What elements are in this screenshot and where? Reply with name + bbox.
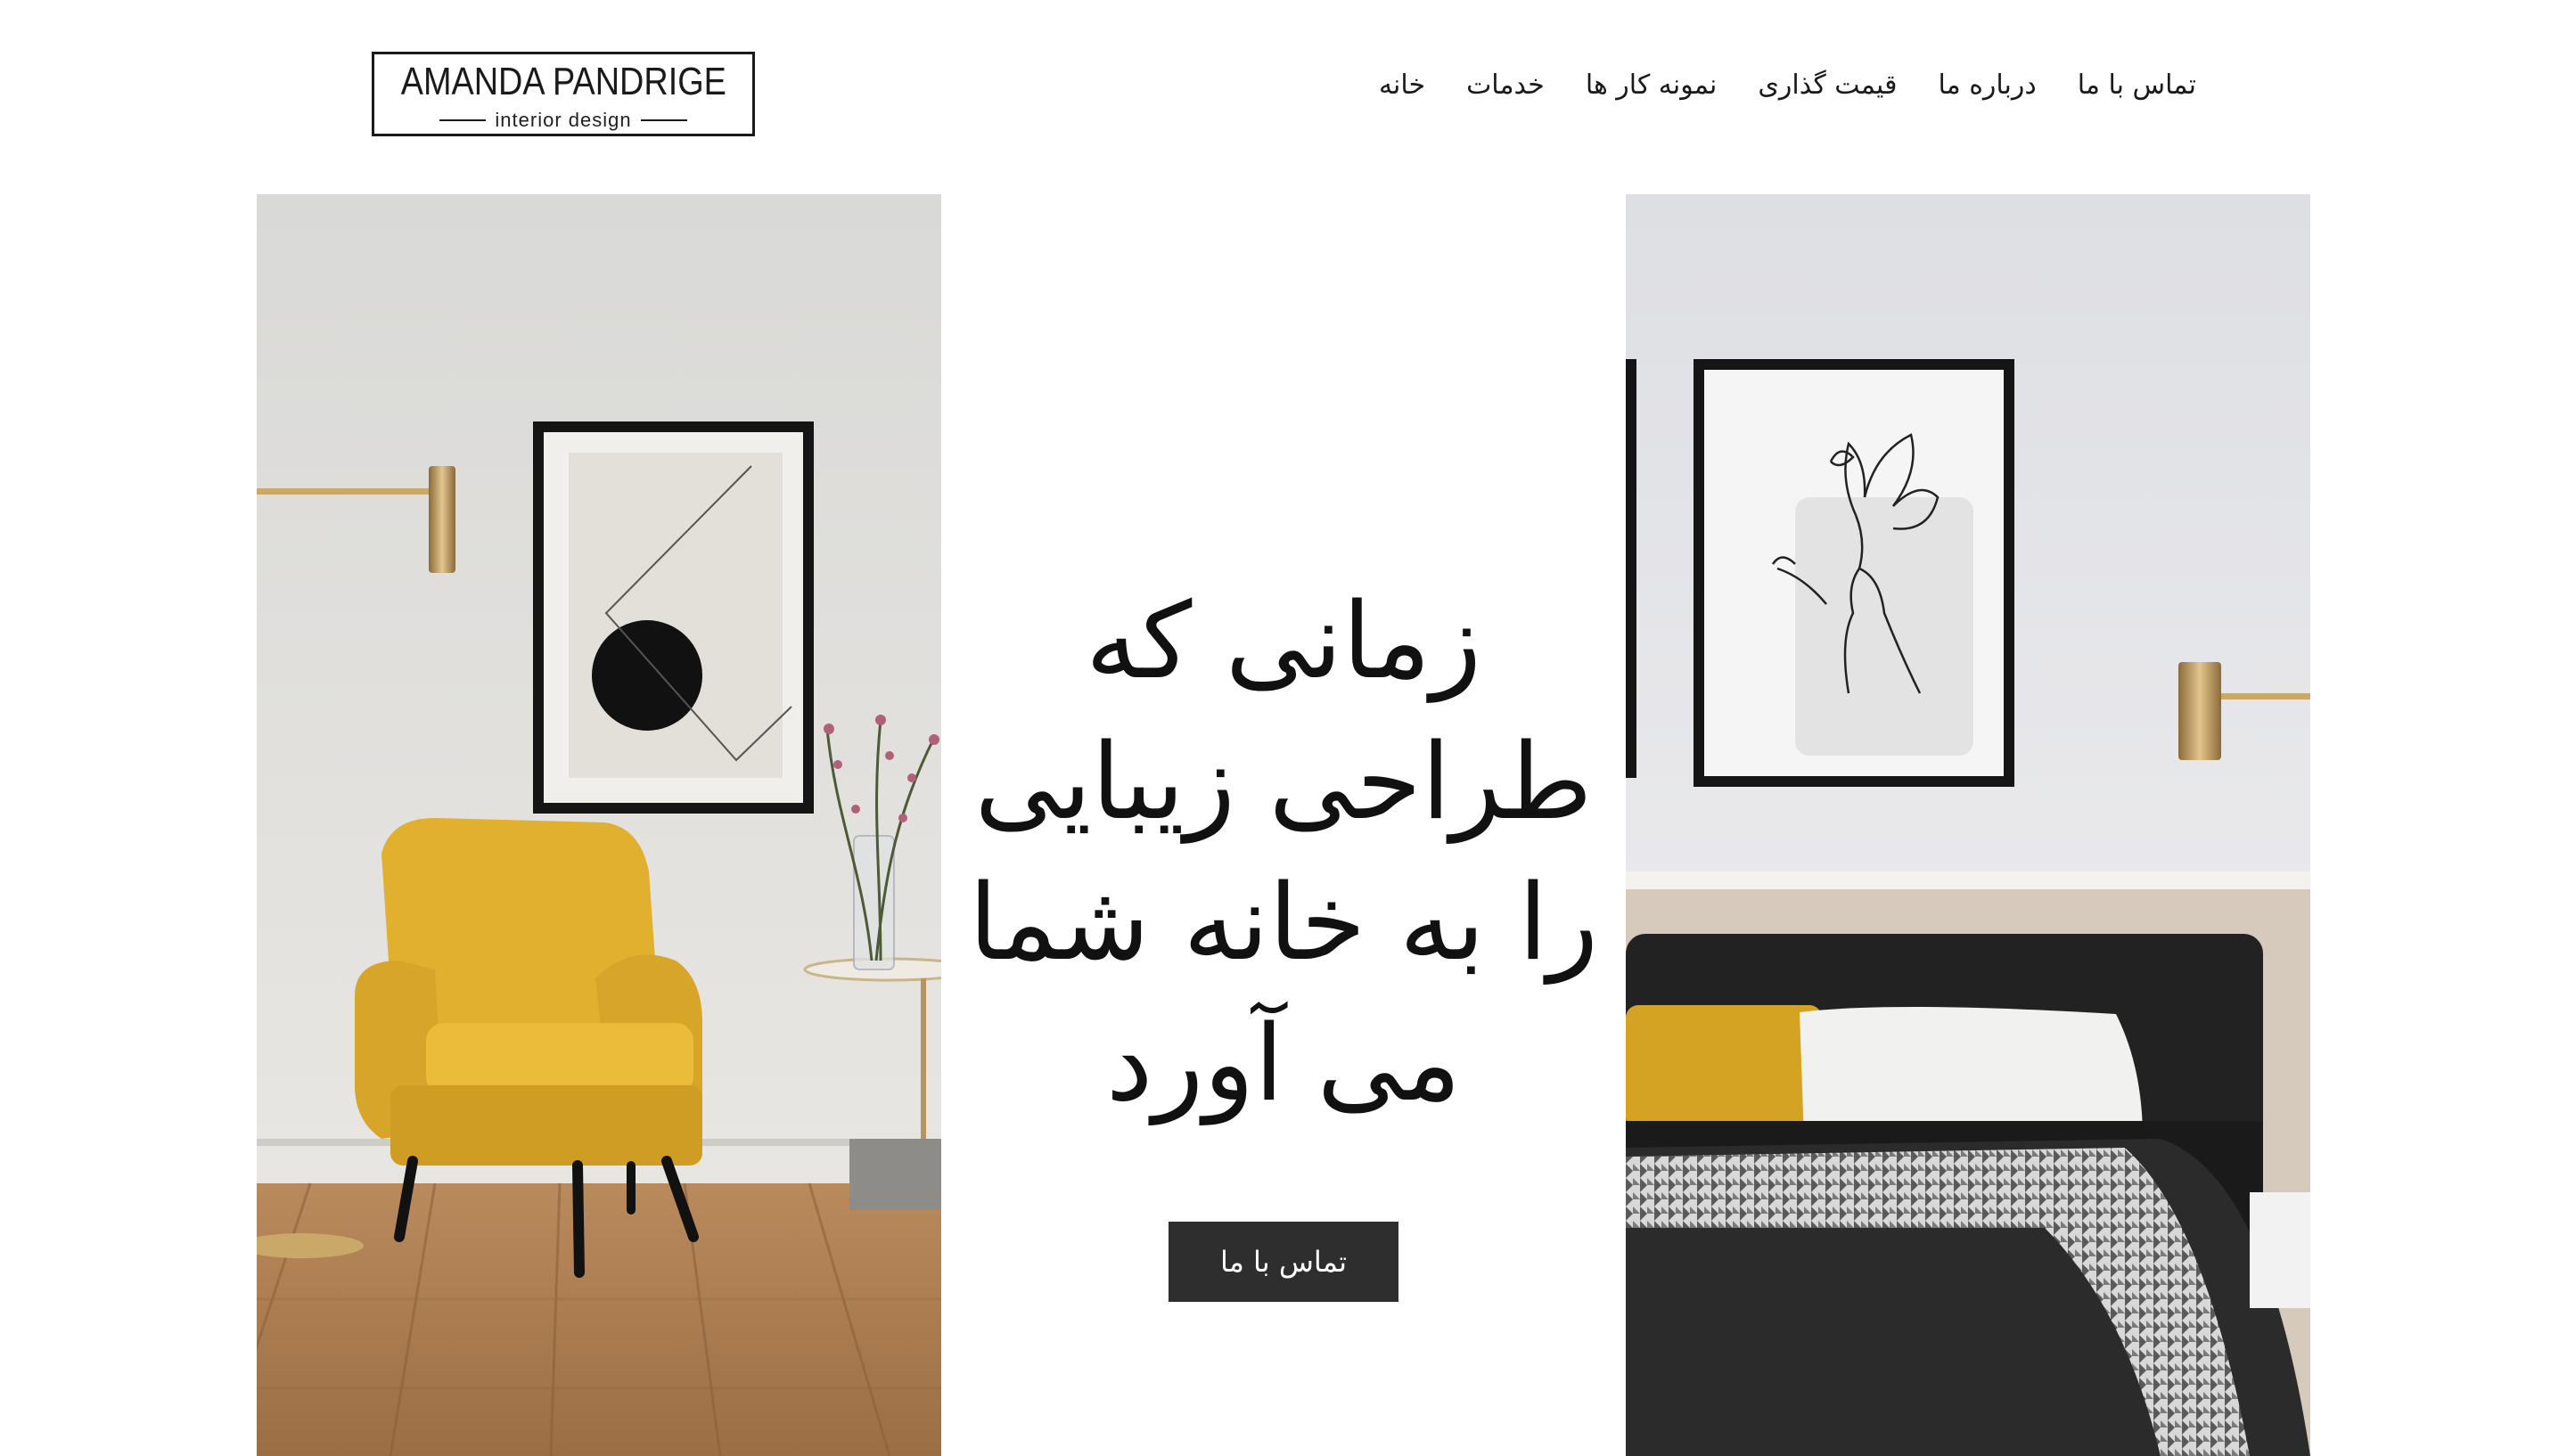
nav-item-services[interactable]: خدمات <box>1466 70 1545 101</box>
hero-title-line: طراحی زیبایی <box>974 720 1593 843</box>
logo-name: AMANDA PANDRIGE <box>400 59 726 103</box>
contact-us-button[interactable]: تماس با ما <box>1169 1222 1398 1302</box>
page: AMANDA PANDRIGE interior design تماس با … <box>0 0 2567 1456</box>
nav-item-about[interactable]: درباره ما <box>1938 70 2036 101</box>
main-nav: تماس با ما درباره ما قیمت گذاری نمونه کا… <box>1379 70 2196 101</box>
nav-item-pricing[interactable]: قیمت گذاری <box>1758 70 1897 101</box>
logo-tagline: interior design <box>439 109 686 132</box>
bedroom-photo <box>1626 194 2310 1456</box>
hero-title: زمانی که طراحی زیبایی را به خانه شما می … <box>941 570 1626 1133</box>
nav-item-home[interactable]: خانه <box>1379 70 1425 101</box>
living-room-photo <box>257 194 941 1456</box>
hero-title-line: می آورد <box>1105 1002 1462 1125</box>
nav-item-portfolio[interactable]: نمونه کار ها <box>1586 70 1718 101</box>
brand-logo[interactable]: AMANDA PANDRIGE interior design <box>372 52 755 136</box>
nav-item-contact[interactable]: تماس با ما <box>2078 70 2196 101</box>
hero-title-line: زمانی که <box>1085 579 1482 702</box>
hero-title-line: را به خانه شما <box>968 861 1599 984</box>
